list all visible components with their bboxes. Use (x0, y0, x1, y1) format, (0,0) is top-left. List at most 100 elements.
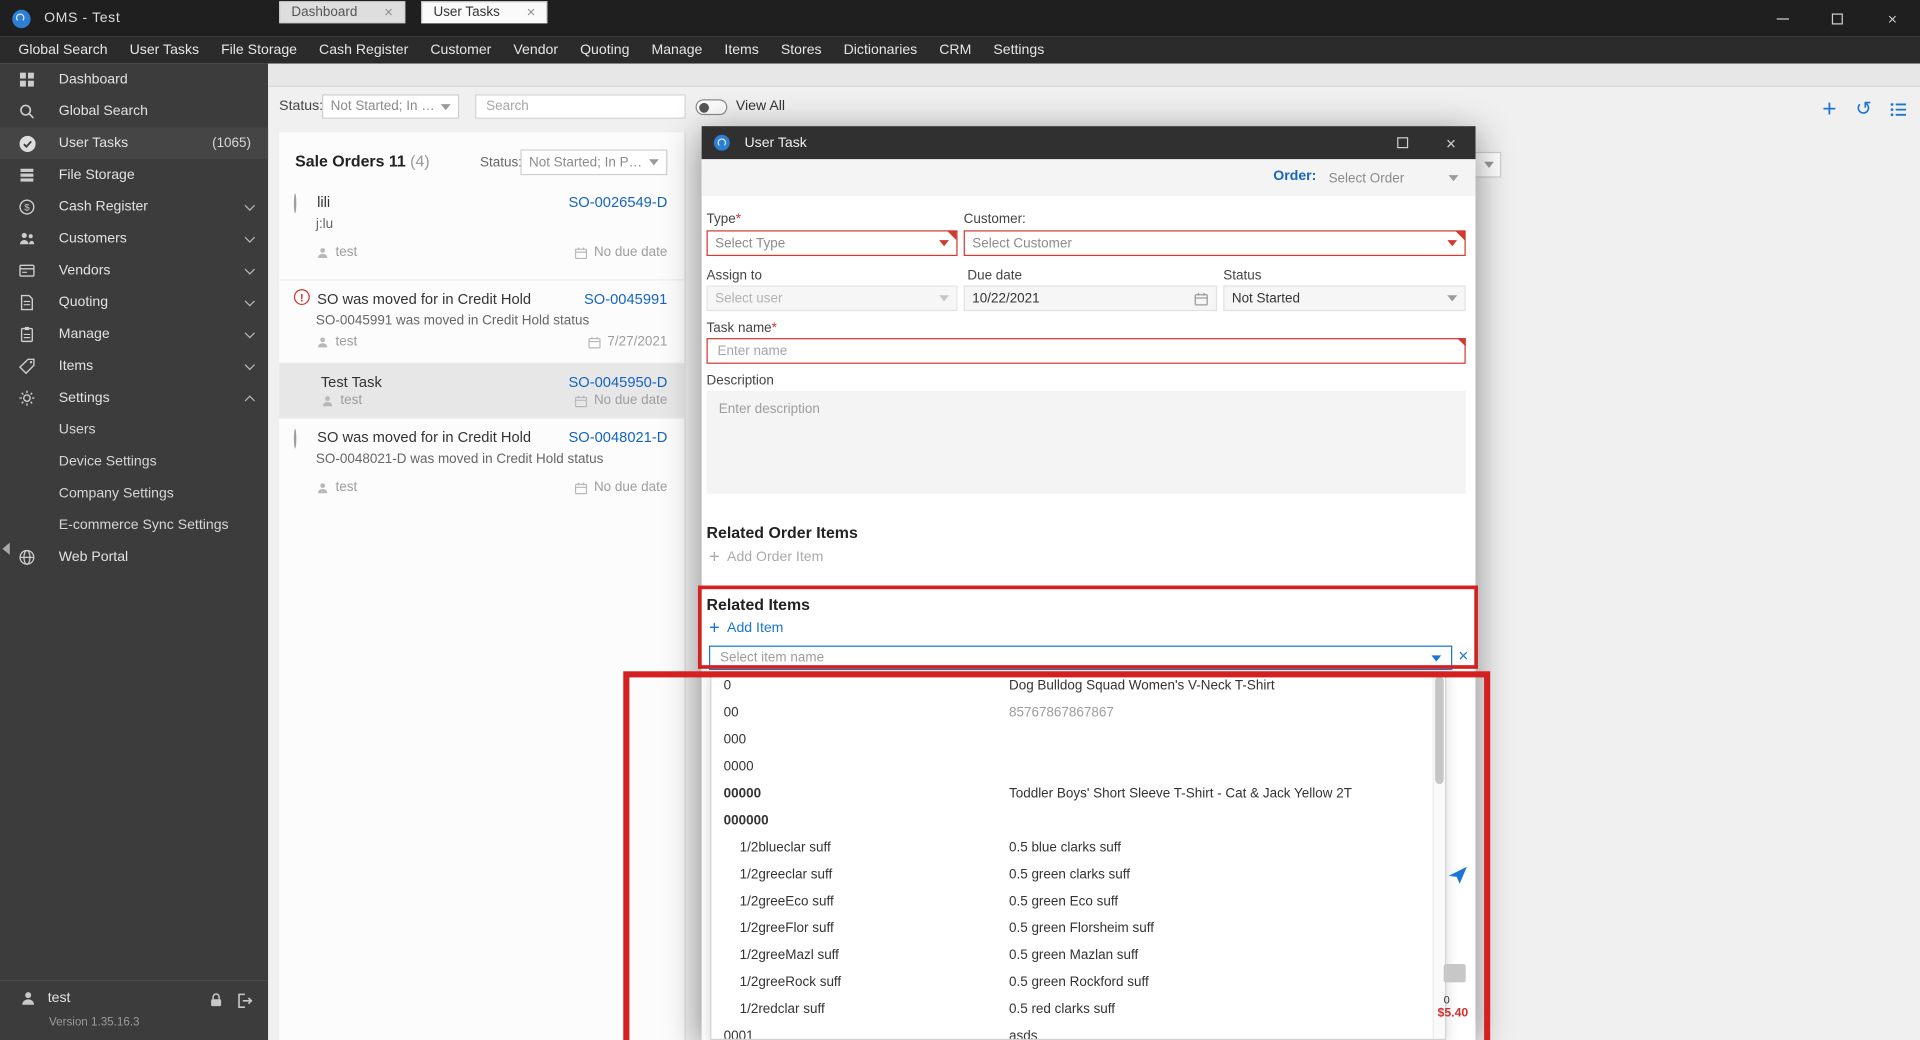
item-option[interactable]: 1/2greeRock suff0.5 green Rockford suff (711, 969, 1444, 996)
tab-close-icon[interactable]: × (527, 5, 536, 20)
menu-quoting[interactable]: Quoting (569, 37, 640, 64)
vendors-icon (17, 261, 37, 281)
item-option[interactable]: 1/2greeEco suff0.5 green Eco suff (711, 888, 1444, 915)
sidebar-item-quoting[interactable]: Quoting (0, 287, 268, 319)
due-date-value: 10/22/2021 (972, 291, 1188, 306)
sidebar-item-ecommerce-sync-settings[interactable]: E-commerce Sync Settings (0, 510, 268, 542)
view-all-toggle[interactable] (696, 99, 728, 115)
search-input[interactable] (475, 94, 686, 118)
menu-items[interactable]: Items (713, 37, 769, 64)
sidebar-item-global-search[interactable]: Global Search (0, 96, 268, 128)
sidebar-label: Web Portal (59, 550, 128, 565)
description-label: Description (707, 374, 774, 389)
obscured-price-fragment: $5.40 (1438, 1007, 1469, 1020)
sidebar-item-cash-register[interactable]: $ Cash Register (0, 191, 268, 223)
add-task-button[interactable]: + (1816, 96, 1843, 123)
menu-vendor[interactable]: Vendor (502, 37, 569, 64)
order-select[interactable]: Select Order (1321, 165, 1465, 191)
status-select[interactable]: Not Started (1223, 285, 1465, 311)
tab-dashboard[interactable]: Dashboard × (279, 1, 405, 23)
item-option[interactable]: 000000 (711, 807, 1444, 834)
item-name-combobox[interactable] (709, 646, 1452, 670)
customer-select[interactable]: Select Customer (964, 230, 1466, 256)
item-option[interactable]: 1/2greeFlor suff0.5 green Florsheim suff (711, 915, 1444, 942)
tab-close-icon[interactable]: × (384, 5, 393, 20)
due-text: 7/27/2021 (607, 334, 667, 349)
item-option[interactable]: 0001asds (711, 1023, 1444, 1040)
due-date-field[interactable]: 10/22/2021 (964, 285, 1217, 311)
tab-user-tasks[interactable]: User Tasks × (421, 1, 547, 23)
sidebar-item-company-settings[interactable]: Company Settings (0, 478, 268, 510)
dialog-close-button[interactable]: × (1427, 126, 1476, 159)
calendar-icon[interactable] (1194, 291, 1209, 306)
item-option[interactable]: 1/2redclar suff0.5 red clarks suff (711, 996, 1444, 1023)
plus-icon: + (709, 548, 720, 566)
sidebar-collapse-handle-icon[interactable] (2, 543, 9, 555)
item-description: 0.5 red clarks suff (1009, 996, 1445, 1023)
item-name-input[interactable] (720, 650, 1425, 665)
task-list-item[interactable]: lili SO-0026549-D j:lu test No due date (279, 184, 686, 280)
menu-user-tasks[interactable]: User Tasks (119, 37, 210, 64)
task-radio-circle[interactable] (294, 195, 296, 212)
menu-manage[interactable]: Manage (640, 37, 713, 64)
sidebar-item-web-portal[interactable]: Web Portal (0, 541, 268, 573)
sidebar: Dashboard Global Search User Tasks (1065… (0, 64, 268, 1040)
menu-customer[interactable]: Customer (419, 37, 502, 64)
task-list-item[interactable]: SO was moved for in Credit Hold SO-00480… (279, 418, 686, 511)
type-select[interactable]: Select Type (707, 230, 958, 256)
order-link[interactable]: SO-0026549-D (569, 194, 668, 211)
menu-global-search[interactable]: Global Search (7, 37, 118, 64)
dropdown-scrollbar[interactable] (1433, 673, 1445, 1039)
sidebar-item-device-settings[interactable]: Device Settings (0, 446, 268, 478)
minimize-button[interactable] (1755, 0, 1810, 37)
sidebar-item-settings[interactable]: Settings (0, 382, 268, 414)
item-option[interactable]: 0000 (711, 753, 1444, 780)
menu-stores[interactable]: Stores (770, 37, 833, 64)
maximize-icon (1397, 137, 1408, 148)
dialog-maximize-button[interactable] (1378, 126, 1427, 159)
menu-crm[interactable]: CRM (928, 37, 982, 64)
item-option[interactable]: 00000Toddler Boys' Short Sleeve T-Shirt … (711, 780, 1444, 807)
item-option[interactable]: 0085767867867867 (711, 699, 1444, 726)
order-link[interactable]: SO-0048021-D (569, 429, 668, 446)
item-option[interactable]: 000 (711, 726, 1444, 753)
scrollbar-thumb[interactable] (1435, 676, 1444, 784)
customer-select-value: Select Customer (972, 236, 1441, 251)
sidebar-item-user-tasks[interactable]: User Tasks (1065) (0, 127, 268, 159)
order-link[interactable]: SO-0045950-D (569, 374, 668, 391)
task-name-input[interactable] (707, 338, 1466, 364)
menu-dictionaries[interactable]: Dictionaries (833, 37, 929, 64)
menu-file-storage[interactable]: File Storage (210, 37, 308, 64)
sidebar-item-items[interactable]: Items (0, 350, 268, 382)
sidebar-item-customers[interactable]: Customers (0, 223, 268, 255)
sidebar-item-dashboard[interactable]: Dashboard (0, 64, 268, 96)
description-textarea[interactable] (707, 391, 1466, 494)
sidebar-item-vendors[interactable]: Vendors (0, 255, 268, 287)
clear-selection-icon[interactable]: × (1458, 647, 1468, 664)
item-option[interactable]: 1/2blueclar suff0.5 blue clarks suff (711, 834, 1444, 861)
sidebar-item-users[interactable]: Users (0, 414, 268, 446)
sidebar-item-file-storage[interactable]: File Storage (0, 159, 268, 191)
add-item-button[interactable]: + Add Item (709, 619, 783, 637)
order-link[interactable]: SO-0045991 (584, 290, 667, 307)
send-icon[interactable] (1447, 865, 1468, 886)
task-list-item-selected[interactable]: Test Task SO-0045950-D test No due date (279, 363, 686, 418)
current-user[interactable]: test (20, 990, 71, 1007)
menu-cash-register[interactable]: Cash Register (308, 37, 419, 64)
panel-status-select[interactable]: Not Started; In Progr... (520, 149, 667, 175)
lock-icon[interactable] (208, 992, 224, 1012)
sidebar-item-manage[interactable]: Manage (0, 318, 268, 350)
task-radio-circle[interactable] (294, 430, 296, 447)
menu-settings[interactable]: Settings (982, 37, 1055, 64)
status-filter-select[interactable]: Not Started; In Progr... (322, 94, 459, 118)
refresh-button[interactable]: ↺ (1850, 96, 1877, 123)
item-option[interactable]: 1/2greeMazl suff0.5 green Mazlan suff (711, 942, 1444, 969)
task-list-item[interactable]: ! SO was moved for in Credit Hold SO-004… (279, 279, 686, 362)
item-option[interactable]: 0Dog Bulldog Squad Women's V-Neck T-Shir… (711, 673, 1444, 700)
assign-select[interactable]: Select user (707, 285, 958, 311)
close-button[interactable]: × (1865, 0, 1920, 37)
item-option[interactable]: 1/2greeclar suff0.5 green clarks suff (711, 861, 1444, 888)
maximize-button[interactable] (1810, 0, 1865, 37)
list-view-button[interactable] (1884, 96, 1911, 123)
logout-icon[interactable] (236, 992, 253, 1013)
